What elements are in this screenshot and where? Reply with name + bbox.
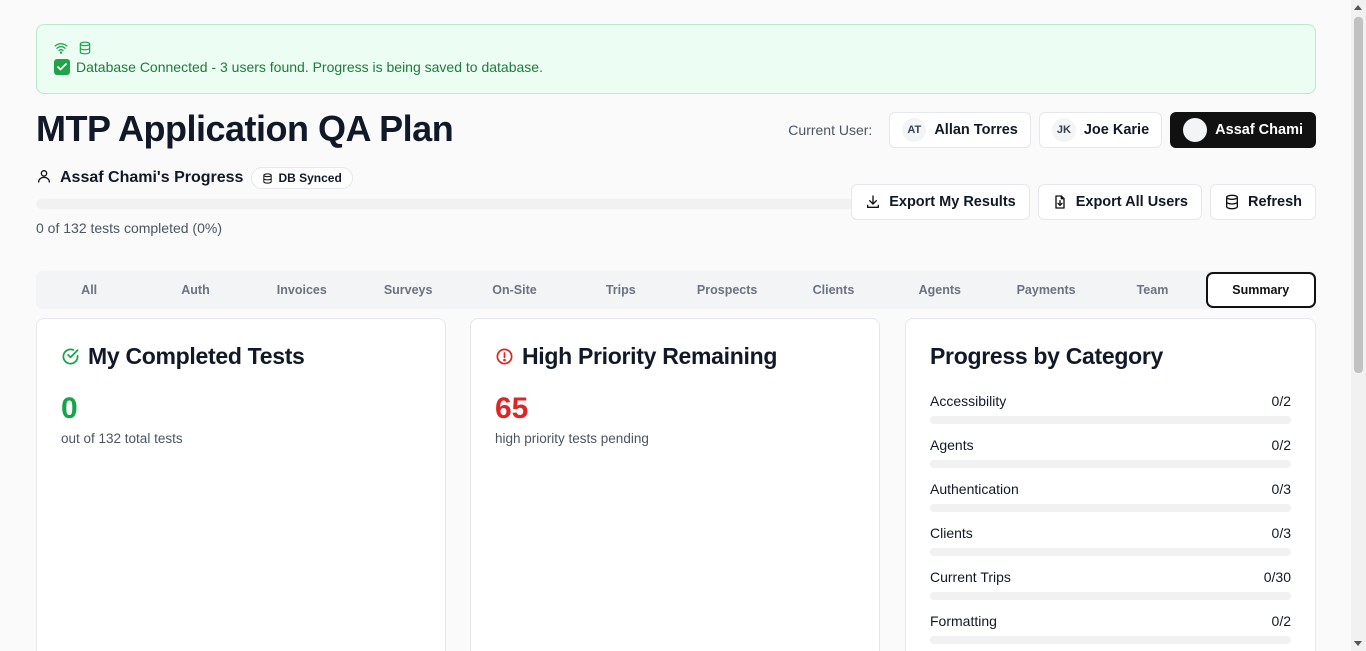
user-icon xyxy=(36,168,52,189)
tab-payments[interactable]: Payments xyxy=(993,272,1099,308)
card-title-text: High Priority Remaining xyxy=(522,343,778,369)
user-switcher: Current User: AT Allan Torres JK Joe Kar… xyxy=(788,112,1316,148)
progress-text: 0 of 132 tests completed (0%) xyxy=(36,220,222,236)
category-count: 0/3 xyxy=(1271,525,1291,541)
category-count: 0/3 xyxy=(1271,481,1291,497)
page-title: MTP Application QA Plan xyxy=(36,108,454,149)
category-count: 0/2 xyxy=(1271,613,1291,629)
category-name: Current Trips xyxy=(930,569,1011,585)
db-status-banner: Database Connected - 3 users found. Prog… xyxy=(36,24,1316,94)
category-item: Current Trips 0/30 xyxy=(930,569,1291,613)
tab-on-site[interactable]: On-Site xyxy=(461,272,567,308)
category-name: Accessibility xyxy=(930,393,1007,409)
alert-circle-icon xyxy=(496,348,513,365)
high-priority-card: High Priority Remaining 65 high priority… xyxy=(470,318,880,651)
database-icon xyxy=(78,41,92,60)
priority-subtext: high priority tests pending xyxy=(495,431,649,446)
completed-subtext: out of 132 total tests xyxy=(61,431,183,446)
category-progress-bar xyxy=(930,504,1291,512)
avatar: AT xyxy=(902,118,927,142)
refresh-button[interactable]: Refresh xyxy=(1210,184,1316,220)
card-title-text: My Completed Tests xyxy=(88,343,305,369)
card-title: High Priority Remaining xyxy=(495,343,777,370)
category-item: Agents 0/2 xyxy=(930,437,1291,481)
button-label: Export All Users xyxy=(1075,194,1188,210)
card-title: My Completed Tests xyxy=(61,343,305,370)
category-count: 0/30 xyxy=(1263,569,1291,585)
user-button-joe-karie[interactable]: JK Joe Karie xyxy=(1038,112,1163,148)
progress-title: Assaf Chami's Progress xyxy=(60,169,244,186)
category-progress-bar xyxy=(930,416,1291,424)
tab-prospects[interactable]: Prospects xyxy=(674,272,780,308)
wifi-icon xyxy=(54,41,68,60)
tab-trips[interactable]: Trips xyxy=(568,272,674,308)
category-name: Formatting xyxy=(930,613,997,629)
category-count: 0/2 xyxy=(1271,393,1291,409)
category-count: 0/2 xyxy=(1271,437,1291,453)
completed-tests-card: My Completed Tests 0 out of 132 total te… xyxy=(36,318,446,651)
category-progress-bar xyxy=(930,548,1291,556)
progress-heading: Assaf Chami's Progress DB Synced xyxy=(36,167,353,189)
tab-clients[interactable]: Clients xyxy=(780,272,886,308)
avatar: JK xyxy=(1051,118,1076,142)
tab-agents[interactable]: Agents xyxy=(887,272,993,308)
export-all-users-button[interactable]: Export All Users xyxy=(1037,184,1202,220)
database-icon xyxy=(263,172,273,184)
export-my-results-button[interactable]: Export My Results xyxy=(851,184,1030,220)
tab-summary[interactable]: Summary xyxy=(1205,272,1316,308)
tab-auth[interactable]: Auth xyxy=(142,272,248,308)
completed-count: 0 xyxy=(61,392,78,425)
overall-progress-bar xyxy=(36,199,853,209)
badge-label: DB Synced xyxy=(278,171,342,185)
category-progress-bar xyxy=(930,592,1291,600)
card-title: Progress by Category xyxy=(930,343,1164,369)
user-button-assaf-chami[interactable]: Assaf Chami xyxy=(1170,112,1316,148)
user-name: Allan Torres xyxy=(934,122,1018,138)
tab-surveys[interactable]: Surveys xyxy=(355,272,461,308)
category-list: Accessibility 0/2 Agents 0/2 Authenticatio… xyxy=(930,393,1291,651)
category-name: Agents xyxy=(930,437,974,453)
category-tabs: All Auth Invoices Surveys On-Site Trips … xyxy=(36,271,1316,309)
db-synced-badge: DB Synced xyxy=(251,167,353,189)
user-button-allan-torres[interactable]: AT Allan Torres xyxy=(889,112,1031,148)
current-user-label: Current User: xyxy=(788,122,873,138)
category-name: Clients xyxy=(930,525,973,541)
scrollbar-thumb[interactable] xyxy=(1354,17,1363,373)
button-label: Refresh xyxy=(1248,194,1302,210)
download-icon xyxy=(867,195,880,208)
avatar xyxy=(1183,118,1208,142)
category-progress-bar xyxy=(930,460,1291,468)
user-name: Joe Karie xyxy=(1083,122,1150,138)
tab-all[interactable]: All xyxy=(36,272,142,308)
category-item: Clients 0/3 xyxy=(930,525,1291,569)
category-item: Formatting 0/2 xyxy=(930,613,1291,651)
check-circle-icon xyxy=(62,348,79,365)
database-icon xyxy=(1226,194,1238,210)
category-item: Authentication 0/3 xyxy=(930,481,1291,525)
scroll-down-icon[interactable] xyxy=(1354,641,1362,646)
category-item: Accessibility 0/2 xyxy=(930,393,1291,437)
user-name: Assaf Chami xyxy=(1215,122,1303,138)
tab-invoices[interactable]: Invoices xyxy=(249,272,355,308)
db-status-message: Database Connected - 3 users found. Prog… xyxy=(76,59,543,75)
button-label: Export My Results xyxy=(889,194,1016,210)
check-mark-icon xyxy=(54,59,70,75)
category-name: Authentication xyxy=(930,481,1019,497)
file-download-icon xyxy=(1055,195,1065,209)
tab-team[interactable]: Team xyxy=(1099,272,1205,308)
vertical-scrollbar[interactable] xyxy=(1351,0,1366,651)
priority-count: 65 xyxy=(495,392,529,425)
category-progress-bar xyxy=(930,636,1291,644)
scroll-up-icon[interactable] xyxy=(1354,5,1362,10)
progress-by-category-card: Progress by Category Accessibility 0/2 Ag… xyxy=(905,318,1316,651)
action-bar: Export My Results Export All Users Refre… xyxy=(851,184,1316,220)
